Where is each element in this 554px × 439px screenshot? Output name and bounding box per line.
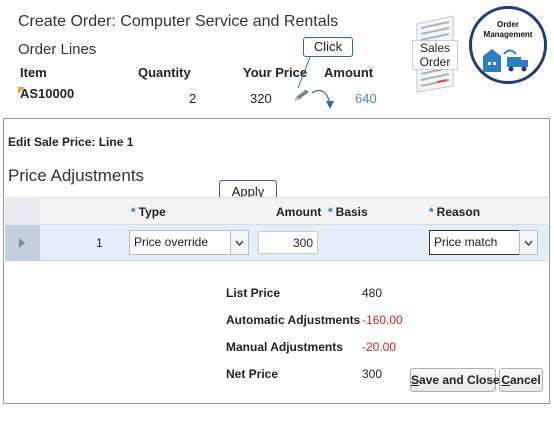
badge-label-line1: Order — [497, 20, 519, 29]
type-select[interactable]: Price override — [129, 230, 231, 255]
page-title: Create Order: Computer Service and Renta… — [18, 13, 339, 30]
order-management-label: Order Management — [474, 20, 542, 40]
dialog-title: Edit Sale Price: Line 1 — [8, 135, 134, 149]
click-callout: Click — [303, 37, 353, 57]
chevron-down-icon — [524, 240, 533, 247]
quantity-value: 2 — [189, 91, 197, 106]
automatic-adjustments-value: -160.00 — [362, 313, 403, 327]
edit-sale-price-dialog — [3, 118, 550, 404]
save-and-close-button[interactable]: Save and Close — [410, 368, 500, 392]
click-callout-label: Click — [313, 39, 343, 54]
reason-dropdown-button[interactable] — [519, 230, 538, 255]
reason-select[interactable]: Price match — [429, 230, 520, 255]
click-callout-pointer — [297, 56, 334, 109]
amount-link[interactable]: 640 — [355, 91, 377, 106]
column-header-type-label: Type — [138, 205, 166, 219]
badge-label-line2: Management — [483, 30, 533, 39]
row-expand-icon[interactable] — [19, 238, 25, 248]
column-header-basis-label: Basis — [335, 205, 368, 219]
price-adjustments-title: Price Adjustments — [8, 166, 145, 185]
list-price-value: 480 — [362, 286, 383, 300]
sales-order-label-line1: Sales — [419, 41, 451, 55]
cancel-button[interactable]: Cancel — [499, 368, 543, 392]
column-header-basis: * Basis — [328, 205, 368, 219]
save-mnemonic: S — [411, 373, 420, 387]
cancel-label: ancel — [509, 373, 541, 387]
net-price-label: Net Price — [226, 367, 279, 381]
item-link[interactable]: AS10000 — [18, 86, 75, 101]
grid-header-selector — [5, 197, 40, 225]
chevron-down-icon — [235, 240, 244, 247]
sales-order-label-line2: Order — [419, 55, 451, 69]
column-header-reason-label: Reason — [436, 205, 481, 219]
manual-adjustments-value: -20.00 — [362, 340, 397, 354]
adjustment-amount-input[interactable] — [258, 231, 318, 254]
cancel-mnemonic: C — [501, 373, 510, 387]
your-price-value: 320 — [250, 91, 272, 106]
column-header-amount-adj: Amount — [276, 205, 322, 219]
section-title-order-lines: Order Lines — [18, 41, 97, 58]
column-header-type: * Type — [131, 205, 166, 219]
item-number: AS10000 — [20, 86, 75, 101]
required-marker: * — [429, 205, 434, 219]
column-header-quantity: Quantity — [138, 65, 191, 80]
save-and-close-label: ave and Close — [419, 373, 500, 387]
required-marker: * — [131, 205, 136, 219]
manual-adjustments-label: Manual Adjustments — [226, 340, 343, 354]
flag-icon — [18, 87, 25, 94]
row-number: 1 — [96, 236, 103, 250]
column-header-item: Item — [20, 65, 47, 80]
list-price-label: List Price — [226, 286, 281, 300]
column-header-reason: * Reason — [429, 205, 480, 219]
warehouse-truck-icon — [483, 49, 528, 72]
required-marker: * — [328, 205, 333, 219]
net-price-value: 300 — [362, 367, 383, 381]
type-dropdown-button[interactable] — [230, 230, 249, 255]
sales-order-label: Sales Order — [412, 40, 458, 70]
automatic-adjustments-label: Automatic Adjustments — [226, 313, 361, 327]
